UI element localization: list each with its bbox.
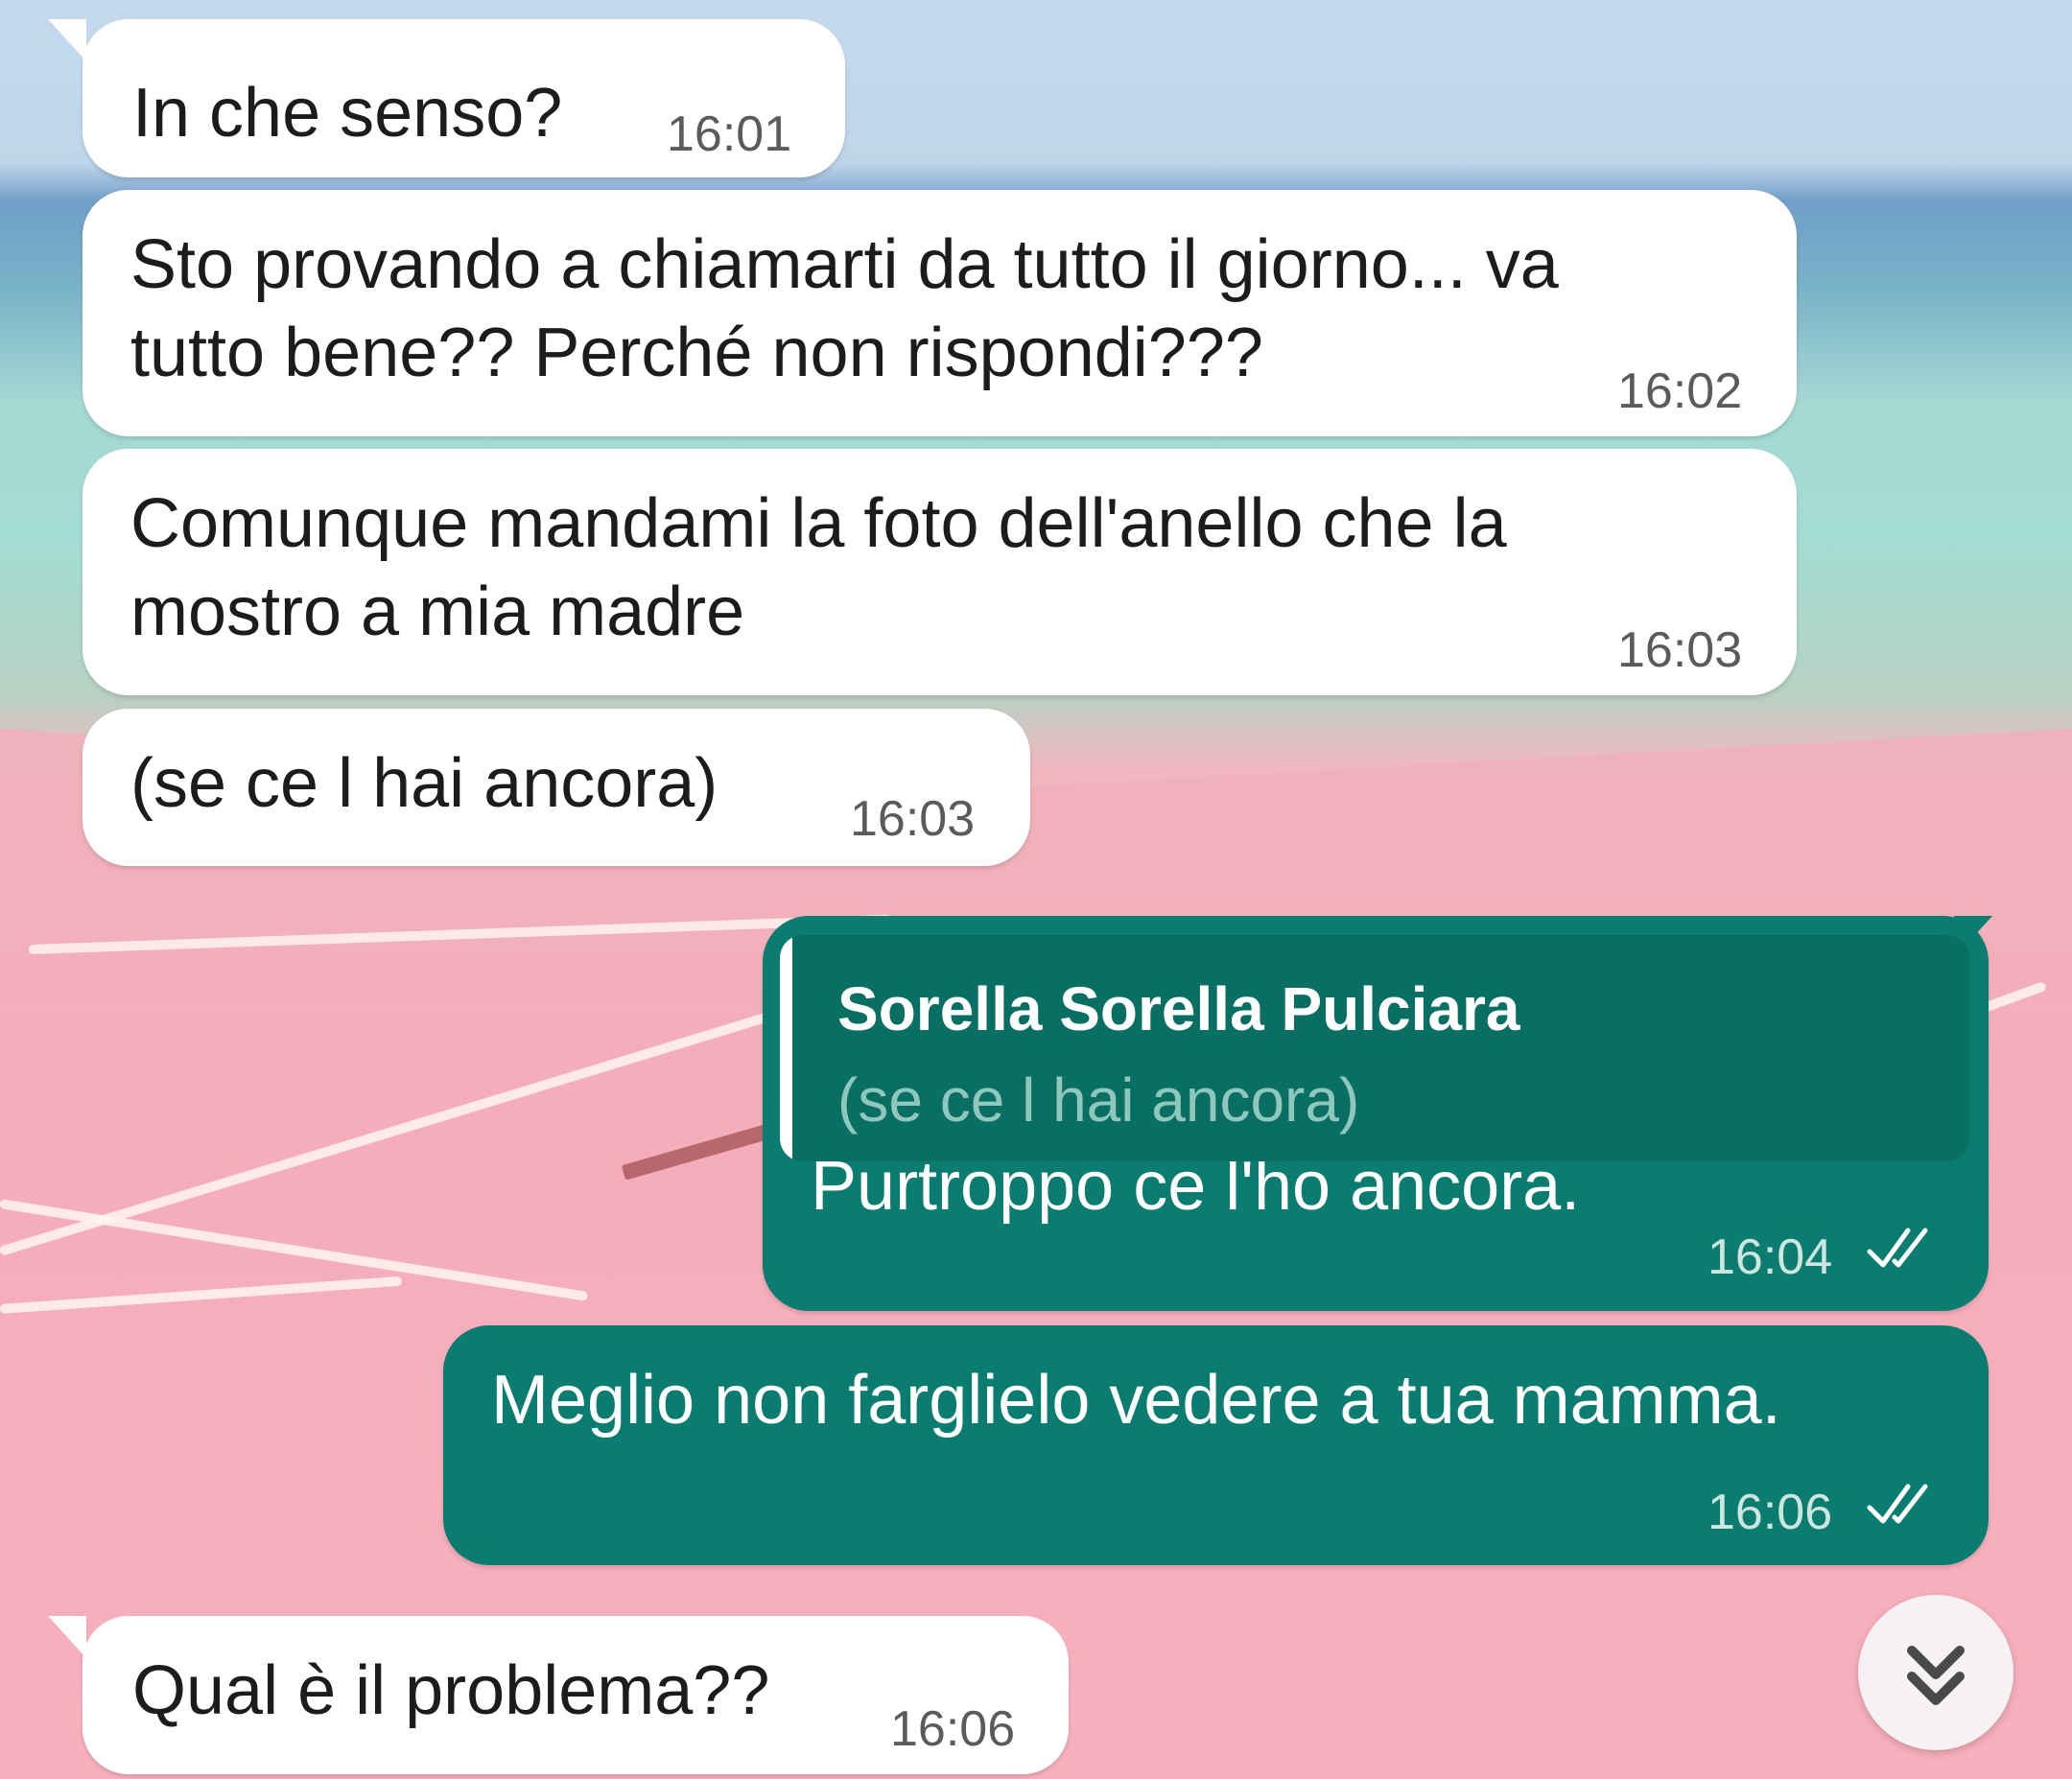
bubble-tail [48, 1616, 86, 1658]
double-check-icon [1867, 1228, 1928, 1268]
message-bubble-outgoing[interactable]: Meglio non farglielo vedere a tua mamma.… [443, 1325, 1989, 1565]
bubble-tail [48, 19, 86, 61]
message-text: (se ce l hai ancora) [130, 745, 718, 822]
message-text: Qual è il problema?? [132, 1652, 770, 1729]
message-time: 16:03 [1617, 622, 1743, 678]
message-bubble-incoming[interactable]: Qual è il problema?? 16:06 [48, 1616, 1069, 1774]
scroll-to-bottom-button[interactable] [1858, 1595, 2013, 1750]
message-text: Meglio non farglielo vedere a tua mamma. [491, 1362, 1781, 1439]
message-text: Comunque mandami la foto dell'anello che… [130, 485, 1507, 562]
quote-bar [780, 935, 792, 1161]
quoted-message[interactable]: Sorella Sorella Pulciara (se ce l hai an… [780, 935, 1969, 1161]
message-time: 16:06 [1707, 1485, 1833, 1540]
message-text: In che senso? [132, 75, 563, 152]
message-time: 16:06 [890, 1701, 1016, 1757]
message-bubble-incoming[interactable]: Sto provando a chiamarti da tutto il gio… [82, 190, 1797, 436]
message-text: tutto bene?? Perché non rispondi??? [130, 315, 1263, 391]
message-bubble-incoming[interactable]: Comunque mandami la foto dell'anello che… [82, 449, 1797, 695]
message-text: mostro a mia madre [130, 573, 745, 650]
message-bubble-incoming[interactable]: (se ce l hai ancora) 16:03 [82, 709, 1030, 866]
message-text: Sto provando a chiamarti da tutto il gio… [130, 226, 1559, 303]
quote-author: Sorella Sorella Pulciara [837, 974, 1520, 1043]
message-time: 16:01 [667, 106, 792, 162]
message-bubble-incoming[interactable]: In che senso? 16:01 [48, 19, 845, 177]
message-time: 16:04 [1707, 1229, 1833, 1285]
quote-text: (se ce l hai ancora) [837, 1065, 1360, 1135]
double-chevron-down-icon [1907, 1646, 1965, 1705]
message-time: 16:03 [850, 791, 976, 847]
message-time: 16:02 [1617, 363, 1743, 419]
double-check-icon [1867, 1484, 1928, 1524]
